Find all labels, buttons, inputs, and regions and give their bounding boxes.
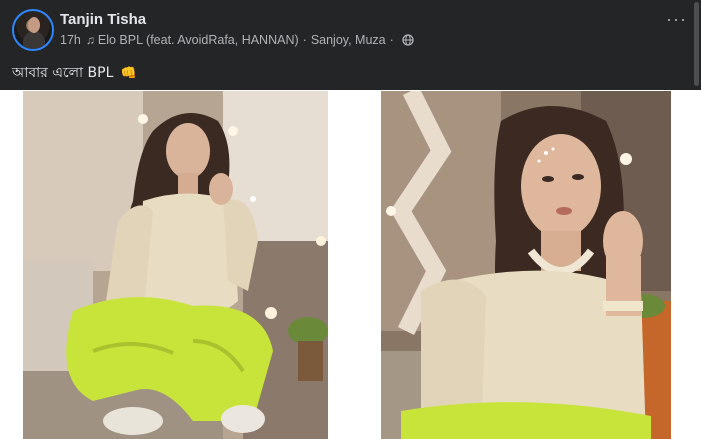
- scrollbar-thumb[interactable]: [694, 2, 699, 86]
- photo-right-illustration: [381, 91, 671, 439]
- avatar-figure: [23, 31, 45, 49]
- photo-left-illustration: [23, 91, 328, 439]
- more-options-button[interactable]: ···: [666, 10, 687, 28]
- photo-right[interactable]: [381, 91, 671, 439]
- meta-separator-2: ·: [389, 33, 394, 47]
- author-name[interactable]: Tanjin Tisha: [60, 11, 146, 28]
- post-header: Tanjin Tisha 17h ♫ Elo BPL (feat. AvoidR…: [0, 0, 701, 90]
- photo-left[interactable]: [23, 91, 328, 439]
- globe-icon[interactable]: [402, 34, 414, 46]
- post-text: আবার এলো BPL 👊: [12, 61, 137, 85]
- song-title[interactable]: Elo BPL (feat. AvoidRafa, HANNAN): [98, 33, 299, 47]
- meta-separator: ·: [302, 33, 307, 47]
- post-time[interactable]: 17h: [60, 33, 81, 47]
- scrollbar[interactable]: [691, 0, 701, 90]
- fist-bump-icon: 👊: [120, 66, 138, 81]
- post-text-content: আবার এলো BPL: [12, 65, 114, 81]
- post-meta: 17h ♫ Elo BPL (feat. AvoidRafa, HANNAN) …: [60, 33, 414, 47]
- post-location[interactable]: Sanjoy, Muza: [311, 33, 386, 47]
- avatar-face: [28, 17, 40, 33]
- music-note-icon: ♫: [85, 33, 95, 47]
- author-avatar[interactable]: [12, 9, 54, 51]
